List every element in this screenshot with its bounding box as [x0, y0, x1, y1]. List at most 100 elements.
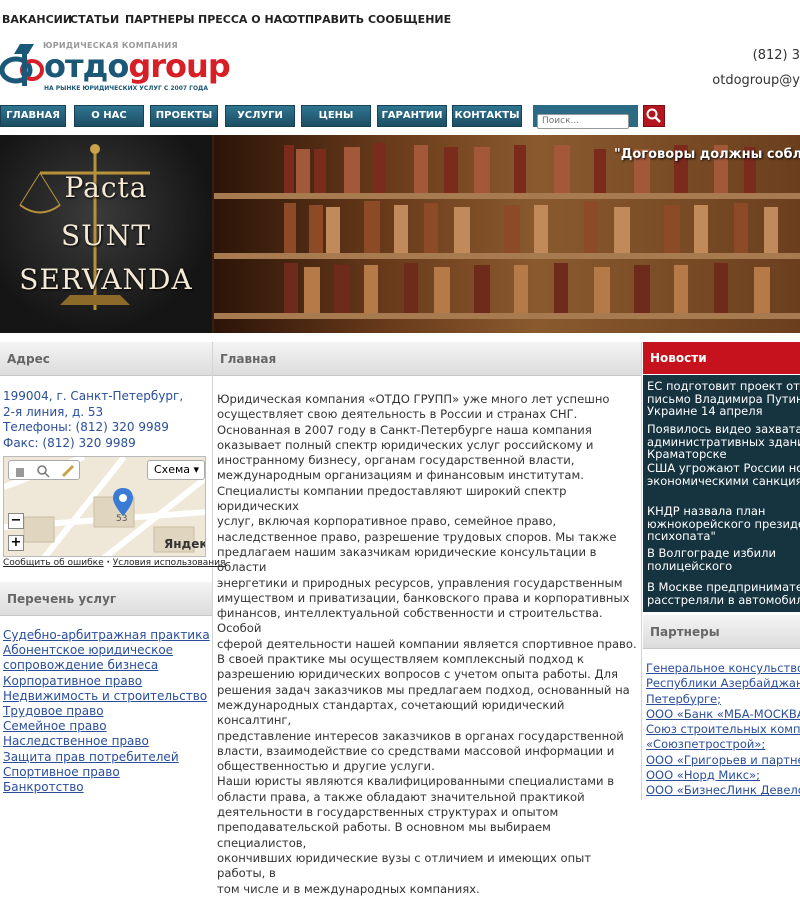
article-line: финансов, интеллектуальной собственности… — [217, 606, 603, 636]
article-line: решения задач заказчиков мы предлагаем п… — [217, 682, 630, 697]
partner-link[interactable]: Союз строительных компан — [646, 722, 800, 737]
news-item[interactable]: ЕС подготовит проект отв письмо Владимира… — [647, 380, 800, 418]
partner-link[interactable]: ООО «БизнесЛинк Девело — [646, 783, 800, 798]
news-item[interactable]: Появилось видео захвата административных … — [647, 423, 800, 461]
column-divider — [212, 342, 213, 800]
main-article: Юридическая компания «ОТДО ГРУПП» уже мн… — [217, 392, 637, 897]
article-line: энергетики и природных ресурсов, управле… — [217, 575, 623, 590]
service-link[interactable]: Спортивное право — [3, 765, 210, 780]
partner-link[interactable]: Генеральное консульство — [646, 661, 800, 676]
address-line: 199004, г. Санкт-Петербург, — [3, 389, 184, 403]
partner-link[interactable]: ООО «Банк «МБА-МОСКВА — [646, 707, 800, 722]
article-line: услуг, включая корпоративное право, семе… — [217, 514, 557, 529]
nav-projects[interactable]: ПРОЕКТЫ — [150, 105, 218, 127]
article-line: деятельности в государственных структура… — [217, 805, 559, 820]
address-block: 199004, г. Санкт-Петербург, 2-я линия, д… — [3, 389, 183, 451]
news-item[interactable]: В Волгограде избили полицейского — [647, 547, 776, 572]
article-line: Специалисты компании предоставляют широк… — [217, 483, 567, 514]
article-line: Юридическая компания «ОТДО ГРУПП» уже мн… — [217, 392, 610, 406]
nav-contacts[interactable]: КОНТАКТЫ — [452, 105, 522, 127]
terms-link[interactable]: Условия использования — [113, 558, 226, 568]
zoom-out-icon[interactable]: − — [8, 513, 24, 529]
service-link[interactable]: Защита прав потребителей — [3, 750, 210, 765]
map-footer-separator: · — [106, 558, 110, 568]
article-line: В своей практике мы осуществляем комплек… — [217, 652, 584, 667]
logo-tagline-bottom: НА РЫНКЕ ЮРИДИЧЕСКИХ УСЛУГ С 2007 ГОДА — [44, 85, 209, 92]
article-line: оказывает полный спектр юридических услу… — [217, 437, 594, 452]
yandex-map[interactable]: Схема ▾ 53 − + Яндекс — [3, 456, 206, 557]
hand-tool-icon[interactable] — [13, 464, 27, 478]
news-item[interactable]: КНДР назвала план южнокорейского президе п… — [647, 505, 800, 543]
service-link[interactable]: Наследственное право — [3, 734, 210, 749]
map-zoom: − + — [8, 513, 24, 553]
partner-link[interactable]: «Союзпетрострой»; — [646, 737, 800, 752]
top-nav-press[interactable]: ПРЕССА О НАС — [198, 13, 290, 26]
partner-link[interactable]: Республики Азербайджан — [646, 676, 800, 691]
map-type-select[interactable]: Схема ▾ — [147, 460, 205, 480]
service-link[interactable]: Банкротство — [3, 780, 210, 795]
service-link[interactable]: Трудовое право — [3, 704, 210, 719]
service-link[interactable]: Семейное право — [3, 719, 210, 734]
article-line: представление интересов заказчиков в орг… — [217, 728, 624, 743]
banner-scales-panel: Pacta SUNT SERVANDA — [0, 135, 212, 333]
service-link[interactable]: Корпоративное право — [3, 674, 210, 689]
report-error-link[interactable]: Сообщить об ошибке — [3, 558, 104, 568]
article-line: имуществом и приватизации, банковского п… — [217, 590, 630, 605]
partner-link[interactable]: ООО «Норд Микс»; — [646, 768, 800, 783]
news-item[interactable]: В Москве предпринимател расстреляли в авт… — [647, 581, 800, 606]
bookshelf-books — [284, 143, 778, 313]
article-line: том числе и в международных компаниях. — [217, 881, 480, 896]
article-line: преподавательской работы. В основном мы … — [217, 820, 551, 850]
search-button[interactable] — [643, 105, 665, 127]
news-item[interactable]: США угрожают России нов экономическими са… — [647, 462, 800, 487]
search-icon — [646, 108, 661, 123]
zoom-in-icon[interactable]: + — [8, 535, 24, 551]
map-type-label: Схема — [154, 463, 190, 476]
column-divider — [641, 342, 642, 800]
banner-pacta: Pacta — [64, 171, 148, 204]
top-nav-articles[interactable]: СТАТЬИ — [70, 13, 119, 26]
top-nav-vacancies[interactable]: ВАКАНСИИ — [2, 13, 72, 26]
news-feed: ЕС подготовит проект отв письмо Владимира… — [643, 375, 800, 612]
partners-list: Генеральное консульство Республики Азерб… — [646, 661, 800, 799]
nav-prices[interactable]: ЦЕНЫ — [301, 105, 371, 127]
nav-services[interactable]: УСЛУГИ — [225, 105, 295, 127]
article-line: предлагаем нашим заказчикам юридические … — [217, 544, 597, 575]
nav-home[interactable]: ГЛАВНАЯ — [0, 105, 66, 127]
header-email[interactable]: otdogroup@y — [712, 73, 800, 88]
yandex-logo: Яндекс — [164, 537, 205, 551]
top-nav-partners[interactable]: ПАРТНЕРЫ — [125, 13, 194, 26]
top-nav-send-message[interactable]: ОТПРАВИТЬ СООБЩЕНИЕ — [288, 13, 451, 26]
nav-guarantees[interactable]: ГАРАНТИИ — [377, 105, 447, 127]
map-footer: Сообщить об ошибке · Условия использован… — [3, 558, 225, 568]
service-link[interactable]: Недвижимость и строительство — [3, 689, 210, 704]
search-box — [533, 105, 638, 129]
article-line: окончивших юридические вузы с отличием и… — [217, 850, 592, 881]
partner-link[interactable]: Петербурге; — [646, 692, 800, 707]
logo-emblem-icon — [0, 44, 44, 86]
magnifier-tool-icon[interactable] — [36, 464, 50, 478]
services-heading: Перечень услуг — [0, 582, 212, 616]
map-pin-icon — [113, 488, 133, 516]
service-link[interactable]: сопровождение бизнеса — [3, 658, 210, 673]
partners-heading: Партнеры — [643, 615, 800, 649]
article-line: наследственное право, разрешение трудовы… — [217, 529, 617, 544]
address-line: 2-я линия, д. 53 — [3, 404, 104, 419]
ruler-tool-icon[interactable] — [61, 464, 75, 478]
banner-bookshelf — [214, 135, 800, 333]
page-title: Главная — [213, 342, 641, 376]
news-heading: Новости — [643, 342, 800, 374]
article-line: разрешению юридических вопросов с учетом… — [217, 667, 618, 682]
site-logo[interactable]: ЮРИДИЧЕСКАЯ КОМПАНИЯ отдоgroup НА РЫНКЕ … — [0, 34, 231, 98]
nav-about[interactable]: О НАС — [74, 105, 144, 127]
banner-sunt: SUNT — [61, 219, 151, 252]
article-line: общественностью и другие услуги. — [217, 759, 435, 774]
article-line: Наши юристы являются квалифицированными … — [217, 774, 615, 789]
phone-line: Телефоны: (812) 320 9989 — [3, 420, 169, 434]
partner-link[interactable]: ООО «Григорьев и партне — [646, 753, 800, 768]
service-link[interactable]: Судебно-арбитражная практика — [3, 628, 210, 643]
service-link[interactable]: Абонентское юридическое — [3, 643, 210, 658]
article-line: области права, а также обладают значител… — [217, 789, 585, 804]
search-input[interactable] — [537, 113, 629, 129]
article-line: сферой деятельности нашей компании являе… — [217, 636, 637, 651]
